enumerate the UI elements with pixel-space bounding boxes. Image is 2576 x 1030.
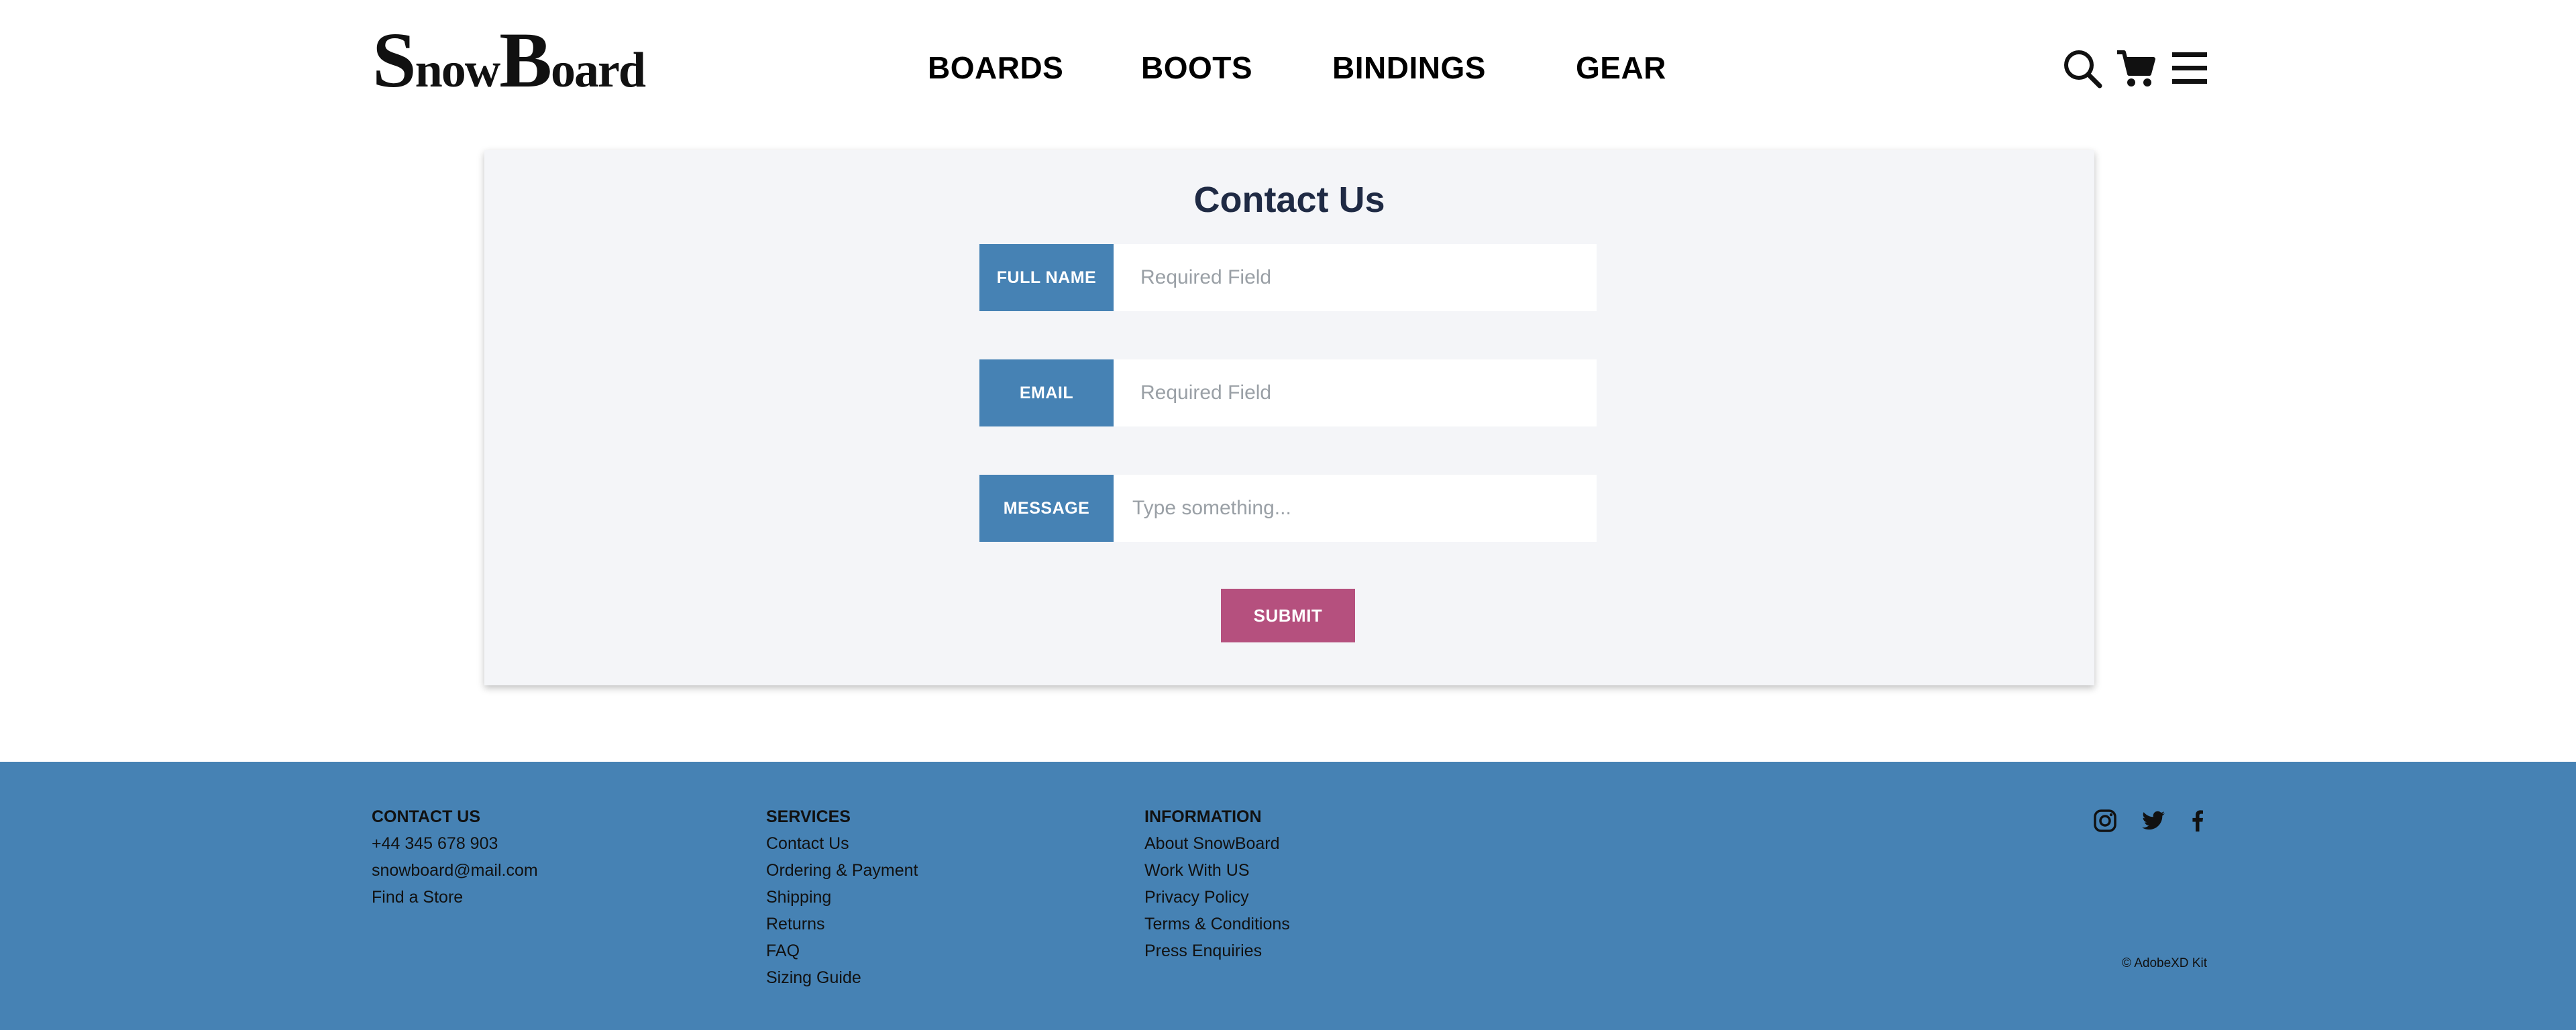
footer-link-sizing-guide[interactable]: Sizing Guide: [766, 964, 918, 991]
footer-link-faq[interactable]: FAQ: [766, 937, 918, 964]
footer-link-shipping[interactable]: Shipping: [766, 884, 918, 911]
message-input[interactable]: [1114, 475, 1597, 542]
email-input[interactable]: [1114, 359, 1597, 426]
facebook-icon[interactable]: [2184, 807, 2211, 834]
email-label: EMAIL: [979, 359, 1114, 426]
email-field: EMAIL: [979, 359, 1597, 426]
copyright-text: © AdobeXD Kit: [2121, 956, 2207, 970]
nav-bindings[interactable]: BINDINGS: [1332, 46, 1486, 90]
full-name-input[interactable]: [1114, 244, 1597, 311]
footer-link-about[interactable]: About SnowBoard: [1144, 830, 1290, 857]
nav-gear[interactable]: GEAR: [1576, 46, 1666, 90]
contact-form-card: Contact Us FULL NAME EMAIL MESSAGE SUBMI…: [484, 150, 2094, 685]
message-field: MESSAGE: [979, 475, 1597, 542]
footer-find-store[interactable]: Find a Store: [372, 884, 538, 911]
footer-phone[interactable]: +44 345 678 903: [372, 830, 538, 857]
submit-button[interactable]: SUBMIT: [1221, 589, 1355, 642]
footer-services-column: SERVICES Contact Us Ordering & Payment S…: [766, 803, 918, 991]
footer-link-contact-us[interactable]: Contact Us: [766, 830, 918, 857]
footer-email[interactable]: snowboard@mail.com: [372, 857, 538, 884]
nav-boards[interactable]: BOARDS: [928, 46, 1063, 90]
site-footer: CONTACT US +44 345 678 903 snowboard@mai…: [0, 762, 2576, 1030]
menu-icon[interactable]: [2168, 47, 2211, 90]
search-icon[interactable]: [2061, 47, 2104, 90]
footer-contact-column: CONTACT US +44 345 678 903 snowboard@mai…: [372, 803, 538, 911]
full-name-field: FULL NAME: [979, 244, 1597, 311]
site-header: SnowBoard BOARDS BOOTS BINDINGS GEAR: [0, 0, 2576, 134]
instagram-icon[interactable]: [2092, 807, 2118, 834]
footer-information-column: INFORMATION About SnowBoard Work With US…: [1144, 803, 1290, 964]
message-label: MESSAGE: [979, 475, 1114, 542]
footer-link-returns[interactable]: Returns: [766, 911, 918, 937]
footer-link-privacy-policy[interactable]: Privacy Policy: [1144, 884, 1290, 911]
footer-link-work-with-us[interactable]: Work With US: [1144, 857, 1290, 884]
footer-contact-heading: CONTACT US: [372, 807, 481, 826]
footer-information-heading: INFORMATION: [1144, 807, 1262, 826]
cart-icon[interactable]: [2114, 47, 2157, 90]
page-title: Contact Us: [1193, 180, 1385, 220]
full-name-label: FULL NAME: [979, 244, 1114, 311]
nav-boots[interactable]: BOOTS: [1141, 46, 1252, 90]
footer-link-ordering-payment[interactable]: Ordering & Payment: [766, 857, 918, 884]
footer-services-heading: SERVICES: [766, 807, 851, 826]
twitter-icon[interactable]: [2140, 807, 2167, 834]
footer-link-press[interactable]: Press Enquiries: [1144, 937, 1290, 964]
footer-link-terms[interactable]: Terms & Conditions: [1144, 911, 1290, 937]
